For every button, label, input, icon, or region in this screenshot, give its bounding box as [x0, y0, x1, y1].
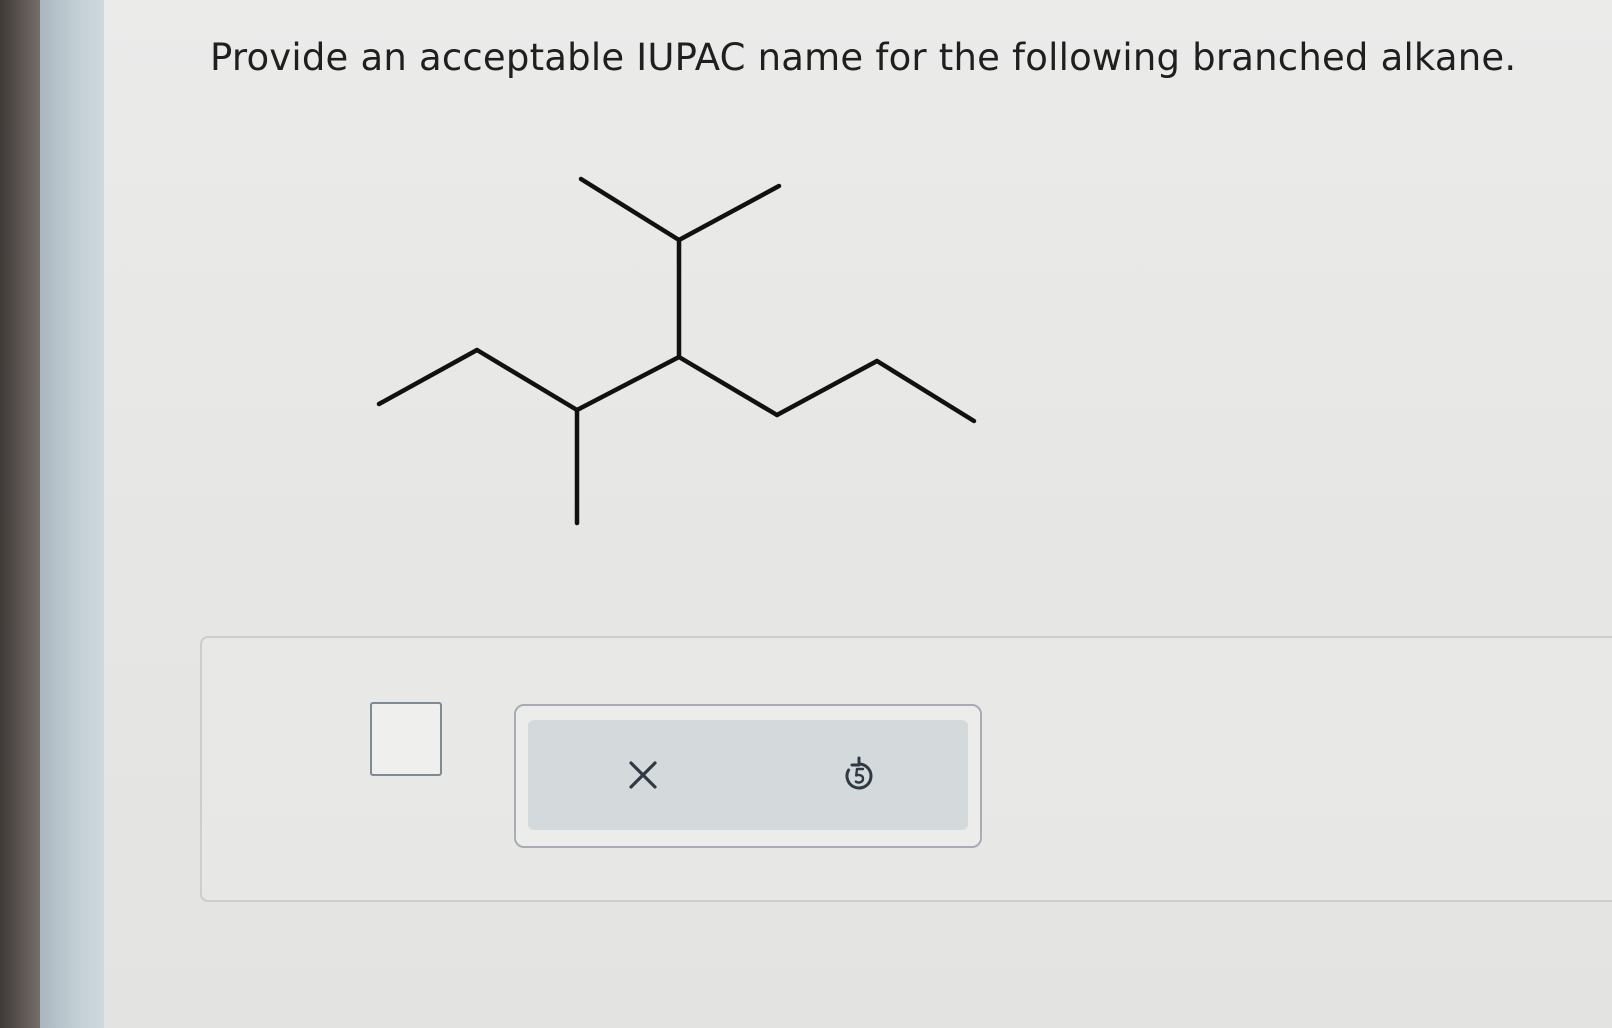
question-text: Provide an acceptable IUPAC name for the… — [210, 36, 1517, 79]
toolbar-buttons-area — [528, 720, 968, 830]
screen-bezel — [0, 0, 44, 1028]
undo-button[interactable] — [834, 750, 884, 800]
undo-icon — [845, 756, 873, 790]
clear-button[interactable] — [618, 750, 668, 800]
left-sidebar-strip — [40, 0, 104, 1028]
close-icon — [629, 761, 657, 789]
answer-toolbar — [514, 704, 982, 848]
answer-input-box[interactable] — [370, 702, 442, 776]
